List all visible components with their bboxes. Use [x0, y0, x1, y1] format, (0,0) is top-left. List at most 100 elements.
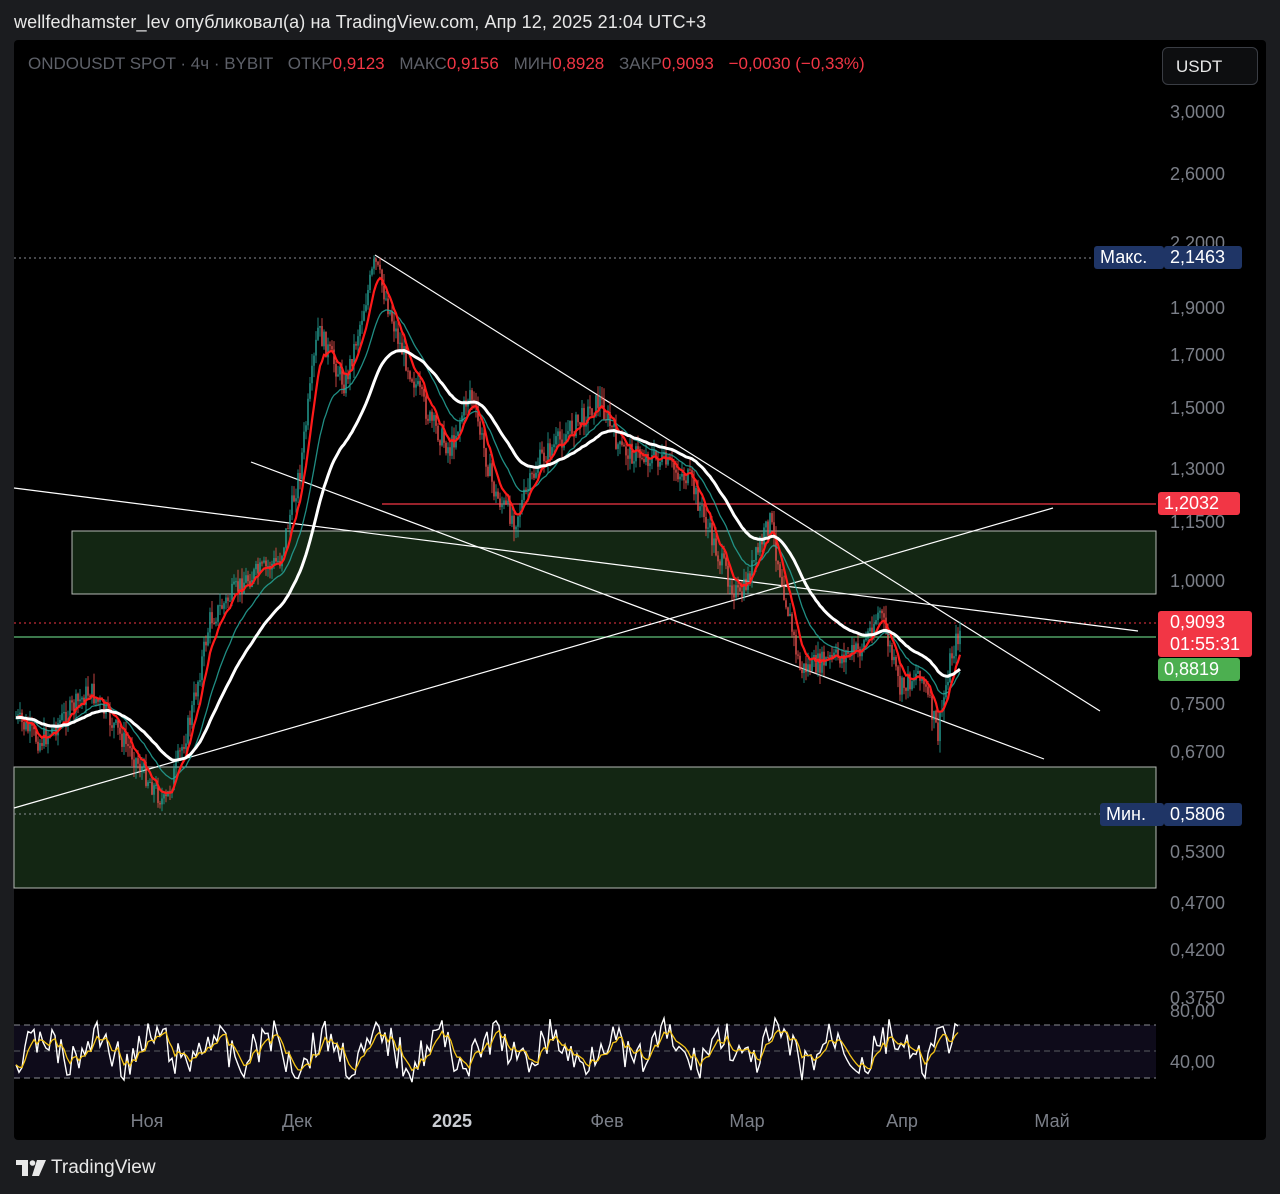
candle-body — [759, 541, 761, 553]
candle-body — [793, 631, 795, 635]
candle-body — [711, 522, 713, 546]
candle-body — [945, 685, 947, 698]
candle-body — [481, 433, 483, 435]
candle-body — [213, 623, 215, 625]
candle-body — [959, 630, 961, 645]
candle-body — [59, 720, 61, 724]
candle-body — [731, 585, 733, 594]
candle-body — [493, 481, 495, 497]
candle-body — [329, 344, 331, 347]
candle-body — [723, 553, 725, 558]
candle-body — [499, 498, 501, 508]
candle-body — [713, 538, 715, 546]
candle-body — [155, 784, 157, 786]
candle-body — [497, 491, 499, 499]
candle-body — [835, 649, 837, 653]
candle-body — [641, 457, 643, 460]
last-price-value: 0,9093 — [1170, 612, 1226, 632]
candle-body — [61, 713, 63, 721]
legend-high-value: 0,9156 — [446, 54, 499, 73]
candle-body — [153, 785, 155, 795]
price-tick: 0,7500 — [1170, 694, 1226, 714]
candle-body — [781, 576, 783, 586]
candle-body — [399, 342, 401, 344]
candle-body — [365, 305, 367, 312]
candle-body — [151, 782, 153, 795]
candle-body — [633, 461, 635, 464]
candle-body — [681, 473, 683, 477]
currency-button[interactable]: USDT — [1162, 47, 1258, 85]
candle-body — [543, 452, 545, 462]
candle-body — [187, 717, 189, 744]
candle-body — [929, 694, 931, 696]
candle-body — [225, 597, 227, 604]
candle-body — [411, 379, 413, 382]
candle-body — [705, 516, 707, 529]
rsi-tick: 80,00 — [1170, 1001, 1216, 1021]
candle-body — [311, 365, 313, 384]
candle-body — [371, 268, 373, 275]
candle-body — [25, 722, 27, 730]
candle-body — [445, 442, 447, 454]
candle-body — [729, 585, 731, 587]
price-tick: 1,7000 — [1170, 345, 1226, 365]
candle-body — [257, 563, 259, 574]
resistance-badge: 1,2032 — [1158, 492, 1240, 515]
candle-body — [305, 425, 307, 432]
candle-body — [597, 395, 599, 408]
candle-body — [135, 758, 137, 768]
candle-body — [701, 505, 703, 507]
price-tick: 1,1500 — [1170, 512, 1226, 532]
legend-open-label: ОТКР — [287, 54, 333, 73]
candle-body — [783, 585, 785, 601]
candle-body — [217, 605, 219, 622]
candle-body — [643, 459, 645, 463]
candle-body — [917, 670, 919, 674]
candle-body — [743, 578, 745, 598]
candle-body — [275, 558, 277, 562]
candle-body — [247, 575, 249, 582]
candle-body — [685, 480, 687, 484]
candle-body — [433, 415, 435, 421]
candle-body — [79, 699, 81, 702]
candle-body — [541, 449, 543, 453]
candle-body — [255, 563, 257, 570]
candle-body — [939, 712, 941, 742]
candle-body — [41, 743, 43, 746]
candle-body — [459, 421, 461, 432]
candle-body — [879, 610, 881, 613]
candle-body — [77, 693, 79, 702]
candle-body — [93, 683, 95, 704]
lower-demand-zone — [13, 766, 1157, 889]
candle-body — [205, 641, 207, 646]
candle-body — [219, 605, 221, 607]
candle-body — [375, 258, 377, 262]
candle-body — [719, 561, 721, 566]
candle-body — [741, 591, 743, 598]
candle-body — [937, 722, 939, 742]
candle-body — [387, 298, 389, 315]
candle-body — [767, 521, 769, 536]
candle-body — [933, 710, 935, 720]
candle-body — [777, 560, 779, 565]
price-tick: 0,5300 — [1170, 842, 1226, 862]
candle-body — [323, 331, 325, 347]
candle-body — [337, 374, 339, 377]
candle-body — [417, 381, 419, 385]
legend-open-value: 0,9123 — [332, 54, 385, 73]
legend-symbol[interactable]: ONDOUSDT SPOT · 4ч · BYBIT — [28, 54, 273, 73]
tradingview-logo[interactable]: TradingView — [16, 1157, 156, 1179]
candle-body — [675, 469, 677, 473]
candle-body — [297, 473, 299, 499]
candle-body — [63, 711, 65, 714]
candle-body — [611, 426, 613, 428]
price-chart[interactable] — [0, 0, 1280, 1194]
candle-body — [451, 435, 453, 456]
candle-body — [913, 680, 915, 682]
candle-body — [159, 802, 161, 805]
candle-body — [261, 562, 263, 564]
candle-body — [927, 686, 929, 695]
max-label: Макс. — [1094, 246, 1164, 269]
price-tick: 3,0000 — [1170, 102, 1226, 122]
candle-body — [331, 346, 333, 350]
